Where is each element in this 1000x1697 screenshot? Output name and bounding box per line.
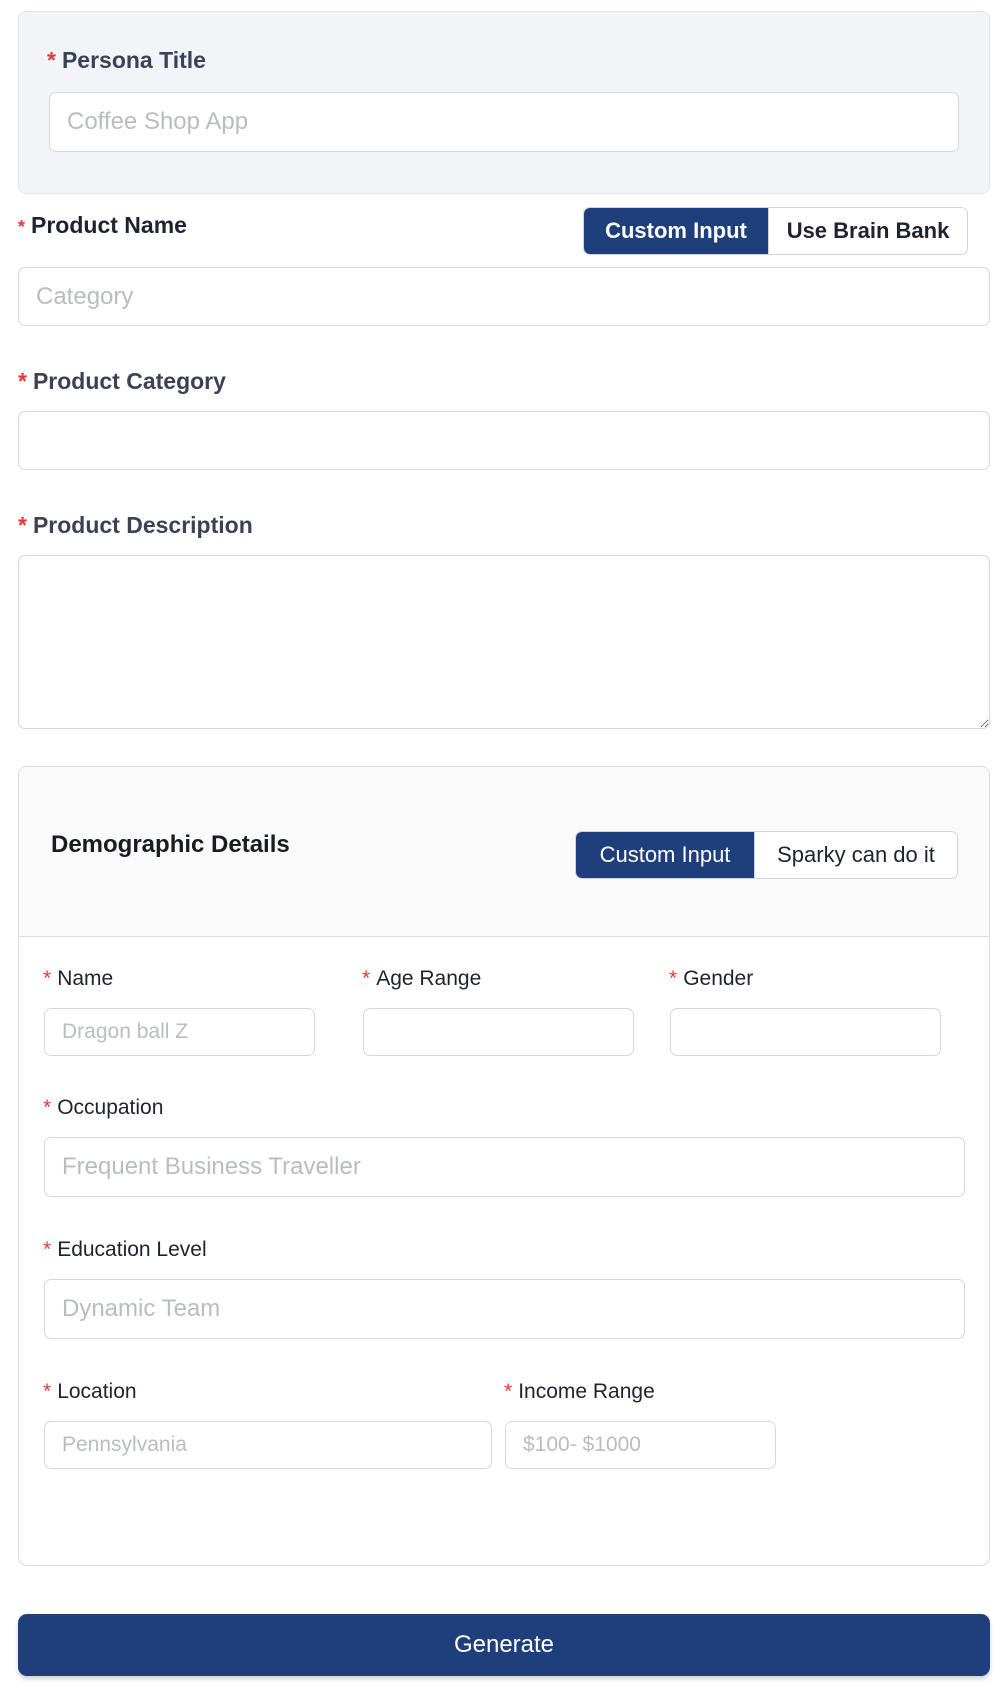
education-level-input[interactable] xyxy=(44,1279,965,1339)
use-brain-bank-button[interactable]: Use Brain Bank xyxy=(768,208,967,254)
required-marker: * xyxy=(47,47,56,73)
persona-title-input[interactable] xyxy=(49,92,959,152)
required-marker: * xyxy=(43,1380,52,1403)
age-range-input[interactable] xyxy=(363,1008,634,1056)
persona-title-label: * Persona Title xyxy=(47,47,206,73)
product-name-label: * Product Name xyxy=(18,212,187,238)
education-level-label: * Education Level xyxy=(43,1238,207,1261)
name-label: * Name xyxy=(43,967,114,990)
required-marker: * xyxy=(43,1238,52,1261)
required-marker: * xyxy=(669,967,678,990)
required-marker: * xyxy=(504,1380,513,1403)
demographic-custom-input-button[interactable]: Custom Input xyxy=(576,832,754,878)
custom-input-button[interactable]: Custom Input xyxy=(584,208,768,254)
gender-input[interactable] xyxy=(670,1008,941,1056)
sparky-can-do-it-button[interactable]: Sparky can do it xyxy=(754,832,957,878)
required-marker: * xyxy=(43,1096,52,1119)
product-category-input[interactable] xyxy=(18,411,990,470)
generate-button[interactable]: Generate xyxy=(18,1614,990,1676)
occupation-label: * Occupation xyxy=(43,1096,164,1119)
name-input[interactable] xyxy=(44,1008,315,1056)
gender-label: * Gender xyxy=(669,967,754,990)
demographic-source-toggle: Custom Input Sparky can do it xyxy=(575,831,958,879)
required-marker: * xyxy=(18,512,27,538)
required-marker: * xyxy=(362,967,371,990)
demographic-details-header: Demographic Details Custom Input Sparky … xyxy=(19,767,989,937)
product-source-toggle: Custom Input Use Brain Bank xyxy=(583,207,968,255)
location-label: * Location xyxy=(43,1380,137,1403)
required-marker: * xyxy=(43,967,52,990)
demographic-details-title: Demographic Details xyxy=(51,831,290,858)
occupation-input[interactable] xyxy=(44,1137,965,1197)
product-description-textarea[interactable] xyxy=(18,555,990,729)
income-range-label: * Income Range xyxy=(504,1380,655,1403)
product-category-label: * Product Category xyxy=(18,368,226,394)
persona-card: * Persona Title xyxy=(18,11,990,194)
demographic-details-card: Demographic Details Custom Input Sparky … xyxy=(18,766,990,1566)
age-range-label: * Age Range xyxy=(362,967,482,990)
product-name-input[interactable] xyxy=(18,267,990,326)
product-description-label: * Product Description xyxy=(18,512,253,538)
required-marker: * xyxy=(18,368,27,394)
income-range-input[interactable] xyxy=(505,1421,776,1469)
required-marker: * xyxy=(18,217,26,237)
location-input[interactable] xyxy=(44,1421,492,1469)
